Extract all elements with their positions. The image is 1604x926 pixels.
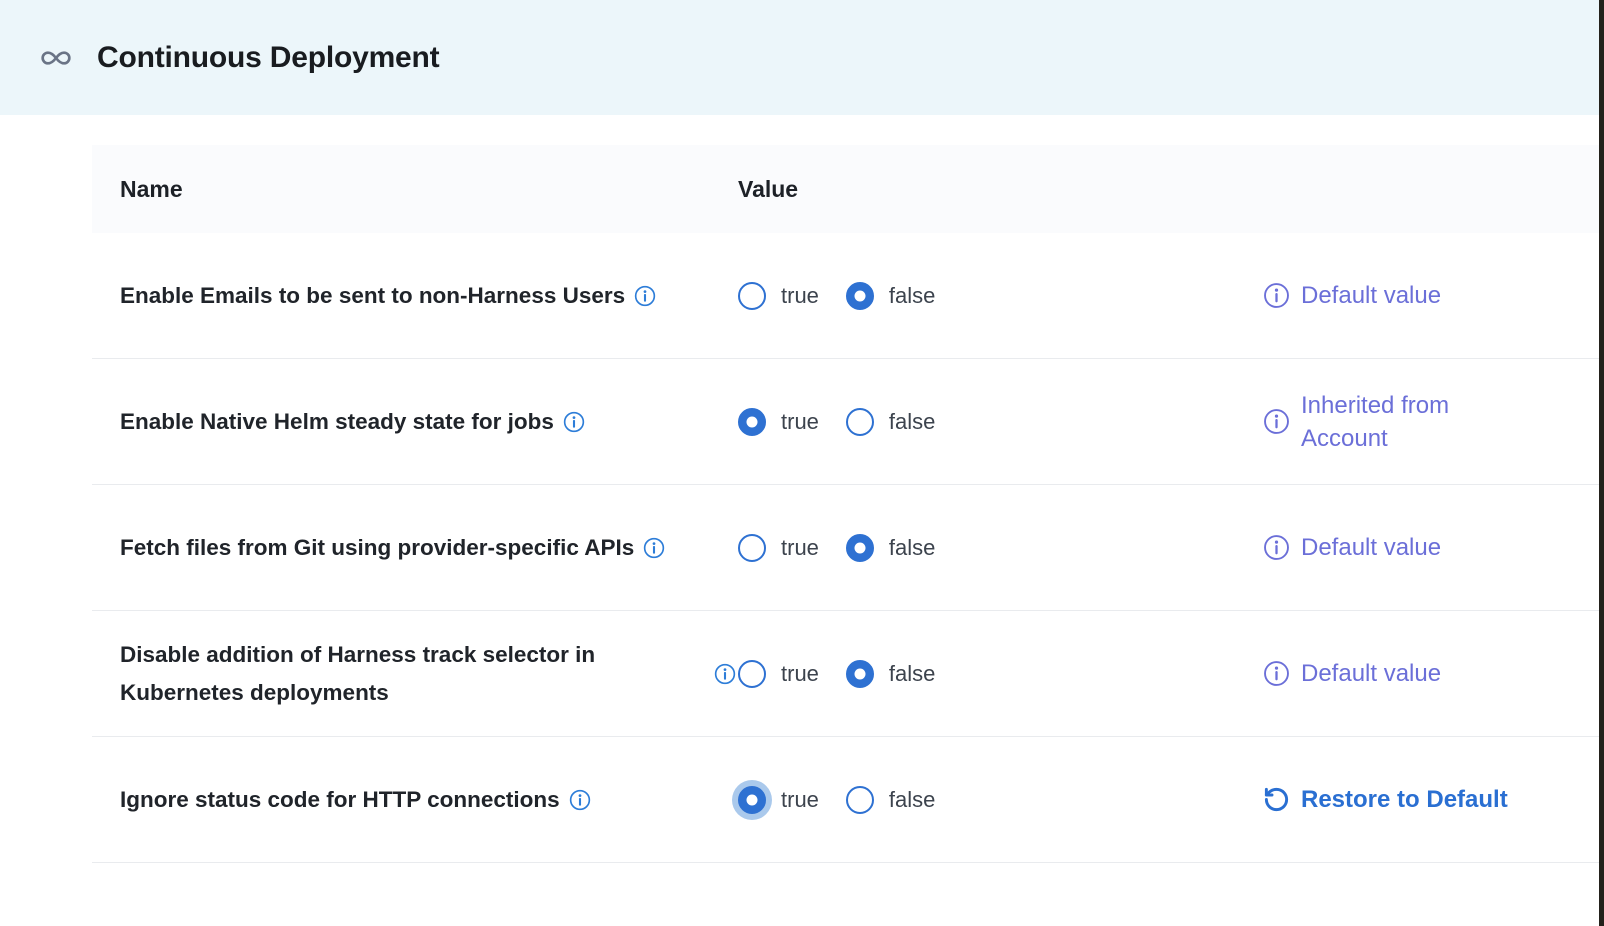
radio-false-label: false (889, 661, 935, 687)
setting-label: Enable Emails to be sent to non-Harness … (120, 277, 625, 315)
setting-label: Disable addition of Harness track select… (120, 636, 705, 712)
radio-false[interactable] (846, 408, 874, 436)
status-info-icon[interactable] (1263, 282, 1290, 309)
setting-status: Inherited from Account (1263, 389, 1597, 455)
setting-row: Ignore status code for HTTP connections … (92, 737, 1599, 863)
settings-rows: Enable Emails to be sent to non-Harness … (92, 233, 1599, 863)
setting-radio-group: true false (738, 282, 1263, 310)
setting-row: Enable Emails to be sent to non-Harness … (92, 233, 1599, 359)
column-header-value: Value (738, 176, 798, 203)
setting-label: Enable Native Helm steady state for jobs (120, 403, 554, 441)
radio-false-label: false (889, 787, 935, 813)
setting-status[interactable]: Restore to Default (1263, 783, 1597, 816)
setting-row: Disable addition of Harness track select… (92, 611, 1599, 737)
radio-false[interactable] (846, 786, 874, 814)
setting-label: Fetch files from Git using provider-spec… (120, 529, 634, 567)
radio-true[interactable] (738, 408, 766, 436)
status-text: Default value (1301, 279, 1441, 312)
setting-row: Enable Native Helm steady state for jobs… (92, 359, 1599, 485)
radio-option-false[interactable]: false (846, 786, 935, 814)
screen-edge-artifact (1599, 0, 1604, 926)
setting-name-cell: Disable addition of Harness track select… (120, 636, 738, 712)
setting-radio-group: true false (738, 534, 1263, 562)
page-title: Continuous Deployment (97, 41, 439, 75)
radio-true-label: true (781, 283, 819, 309)
setting-radio-group: true false (738, 786, 1263, 814)
cd-infinity-link-icon (40, 42, 72, 74)
status-text: Inherited from Account (1301, 389, 1486, 455)
info-icon[interactable] (643, 537, 665, 559)
setting-row: Fetch files from Git using provider-spec… (92, 485, 1599, 611)
radio-option-false[interactable]: false (846, 408, 935, 436)
settings-page: Continuous Deployment Name Value Enable … (0, 0, 1604, 926)
status-text: Restore to Default (1301, 783, 1508, 816)
info-icon[interactable] (714, 663, 736, 685)
info-icon[interactable] (563, 411, 585, 433)
setting-label: Ignore status code for HTTP connections (120, 781, 560, 819)
radio-true[interactable] (738, 282, 766, 310)
radio-option-true[interactable]: true (738, 660, 819, 688)
setting-radio-group: true false (738, 408, 1263, 436)
setting-name-cell: Enable Emails to be sent to non-Harness … (120, 277, 738, 315)
radio-false[interactable] (846, 282, 874, 310)
setting-name-cell: Ignore status code for HTTP connections (120, 781, 738, 819)
radio-true[interactable] (738, 786, 766, 814)
info-icon[interactable] (634, 285, 656, 307)
radio-option-true[interactable]: true (738, 786, 819, 814)
radio-false[interactable] (846, 534, 874, 562)
status-info-icon[interactable] (1263, 660, 1290, 687)
status-text: Default value (1301, 531, 1441, 564)
radio-option-false[interactable]: false (846, 282, 935, 310)
setting-status: Default value (1263, 279, 1597, 312)
radio-option-true[interactable]: true (738, 534, 819, 562)
radio-true[interactable] (738, 534, 766, 562)
setting-radio-group: true false (738, 660, 1263, 688)
status-info-icon[interactable] (1263, 534, 1290, 561)
radio-true[interactable] (738, 660, 766, 688)
radio-true-label: true (781, 409, 819, 435)
radio-option-true[interactable]: true (738, 282, 819, 310)
radio-true-label: true (781, 787, 819, 813)
setting-status: Default value (1263, 657, 1597, 690)
setting-name-cell: Enable Native Helm steady state for jobs (120, 403, 738, 441)
restore-icon[interactable] (1263, 786, 1290, 813)
setting-name-cell: Fetch files from Git using provider-spec… (120, 529, 738, 567)
radio-true-label: true (781, 535, 819, 561)
radio-option-false[interactable]: false (846, 534, 935, 562)
status-info-icon[interactable] (1263, 408, 1290, 435)
settings-table: Name Value Enable Emails to be sent to n… (92, 145, 1599, 863)
setting-status: Default value (1263, 531, 1597, 564)
radio-false-label: false (889, 535, 935, 561)
table-header-row: Name Value (92, 145, 1599, 233)
radio-false[interactable] (846, 660, 874, 688)
radio-false-label: false (889, 409, 935, 435)
radio-option-true[interactable]: true (738, 408, 819, 436)
radio-option-false[interactable]: false (846, 660, 935, 688)
section-header: Continuous Deployment (0, 0, 1599, 115)
column-header-name: Name (120, 176, 738, 203)
radio-true-label: true (781, 661, 819, 687)
status-text: Default value (1301, 657, 1441, 690)
radio-false-label: false (889, 283, 935, 309)
info-icon[interactable] (569, 789, 591, 811)
